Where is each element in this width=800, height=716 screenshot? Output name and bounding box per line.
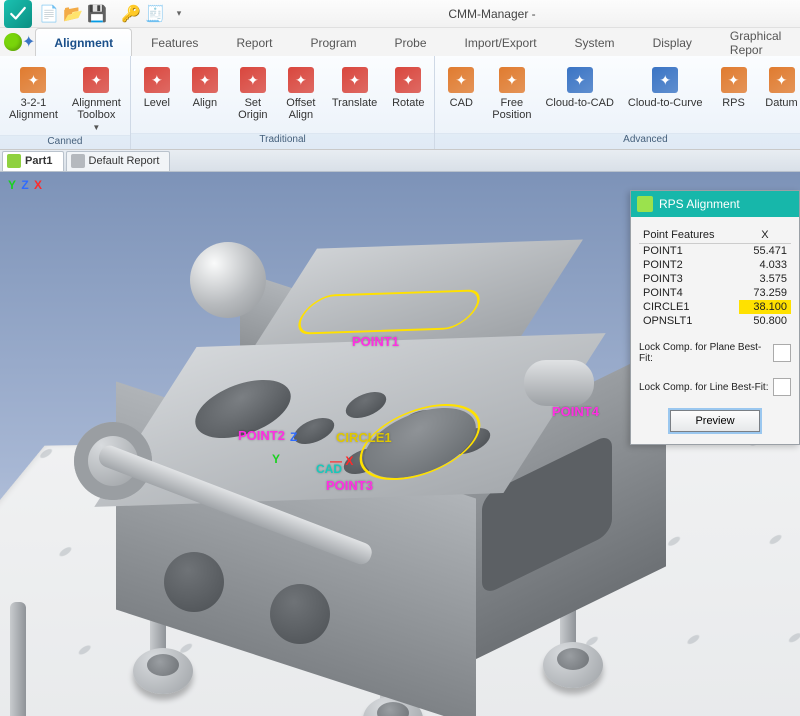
rotate-button[interactable]: ✦Rotate <box>384 60 432 112</box>
lock-line-label: Lock Comp. for Line Best-Fit: <box>639 382 769 393</box>
axis-x-icon: X <box>34 178 42 192</box>
table-row[interactable]: POINT24.033 <box>639 258 791 272</box>
axis-y-icon: Y <box>8 178 16 192</box>
offset-align-button[interactable]: ✦Offset Align <box>277 60 325 124</box>
lock-plane-label: Lock Comp. for Plane Best-Fit: <box>639 342 773 364</box>
ribbon-tab-alignment[interactable]: Alignment <box>35 28 132 56</box>
rps-button[interactable]: ✦RPS <box>710 60 758 112</box>
lock-plane-button[interactable] <box>773 344 791 362</box>
ribbon: ✦3-2-1 Alignment✦Alignment Toolbox▼ Cann… <box>0 56 800 150</box>
run-program-icon[interactable] <box>4 28 22 56</box>
new-doc-icon[interactable]: 📄 <box>40 5 58 23</box>
title-bar: 📄 📂 💾 🔑 🧾 ▾ CMM-Manager - <box>0 0 800 28</box>
table-row[interactable]: POINT473.259 <box>639 286 791 300</box>
ribbon-group-canned: ✦3-2-1 Alignment✦Alignment Toolbox▼ Cann… <box>0 56 131 149</box>
quick-access-toolbar: 📄 📂 💾 🔑 🧾 ▾ <box>40 5 188 23</box>
group-title-advanced: Advanced <box>435 133 800 149</box>
translate-button[interactable]: ✦Translate <box>325 60 384 112</box>
align-button[interactable]: ✦Align <box>181 60 229 112</box>
document-tabstrip: Part1Default Report <box>0 150 800 172</box>
col-header-x[interactable]: X <box>739 227 791 244</box>
view-triad: Y Z X <box>8 178 44 192</box>
key-icon[interactable]: 🔑 <box>122 5 140 23</box>
cloud-to-curve-button[interactable]: ✦Cloud-to-Curve <box>621 60 710 112</box>
cad-button[interactable]: ✦CAD <box>437 60 485 112</box>
alignment-icon[interactable]: ✦ <box>22 28 35 56</box>
group-title-traditional: Traditional <box>131 133 434 149</box>
feature-label-cad: CAD <box>316 462 342 476</box>
qat-dropdown-icon[interactable]: ▾ <box>170 5 188 23</box>
cloud-to-cad-button[interactable]: ✦Cloud-to-CAD <box>538 60 620 112</box>
lock-line-button[interactable] <box>773 378 791 396</box>
ribbon-tabstrip: ✦ AlignmentFeaturesReportProgramProbeImp… <box>0 28 800 56</box>
document-tab-part1[interactable]: Part1 <box>2 151 64 171</box>
tooling-ball <box>190 242 266 318</box>
set-origin-button[interactable]: ✦Set Origin <box>229 60 277 124</box>
table-row[interactable]: POINT155.471 <box>639 244 791 259</box>
cad-model <box>60 232 600 652</box>
table-row[interactable]: CIRCLE138.100 <box>639 300 791 314</box>
feature-label-point1: POINT1 <box>352 334 399 349</box>
table-row[interactable]: OPNSLT150.800 <box>639 314 791 328</box>
feature-label-point2: POINT2 <box>238 428 285 443</box>
free-position-button[interactable]: ✦Free Position <box>485 60 538 124</box>
preview-button[interactable]: Preview <box>670 410 760 432</box>
group-title-canned: Canned <box>0 135 130 149</box>
ribbon-group-traditional: ✦Level✦Align✦Set Origin✦Offset Align✦Tra… <box>131 56 435 149</box>
ribbon-tab-program[interactable]: Program <box>291 28 375 56</box>
alignment-321-button[interactable]: ✦3-2-1 Alignment <box>2 60 65 124</box>
level-button[interactable]: ✦Level <box>133 60 181 112</box>
origin-y-icon: Y <box>272 452 280 466</box>
ribbon-tab-report[interactable]: Report <box>217 28 291 56</box>
ribbon-tab-system[interactable]: System <box>556 28 634 56</box>
app-title: CMM-Manager - <box>188 7 796 21</box>
ribbon-tab-graphical-repor[interactable]: Graphical Repor <box>711 28 800 56</box>
app-logo[interactable] <box>4 0 32 28</box>
table-row[interactable]: POINT33.575 <box>639 272 791 286</box>
origin-z-icon: Z <box>290 430 297 444</box>
ribbon-tab-import-export[interactable]: Import/Export <box>446 28 556 56</box>
document-tab-default-report[interactable]: Default Report <box>66 151 171 171</box>
ribbon-group-advanced: ✦CAD✦Free Position✦Cloud-to-CAD✦Cloud-to… <box>435 56 800 149</box>
open-folder-icon[interactable]: 📂 <box>64 5 82 23</box>
probe-stylus <box>0 602 60 712</box>
viewport-3d[interactable]: Y Z X — X Z Y POINT1 POINT2 POINT3 POINT <box>0 172 800 716</box>
axis-z-icon: Z <box>21 178 28 192</box>
datum-button[interactable]: ✦Datum <box>758 60 800 112</box>
feature-label-point4: POINT4 <box>552 404 599 419</box>
dialog-title-text: RPS Alignment <box>659 197 740 211</box>
report-icon[interactable]: 🧾 <box>146 5 164 23</box>
ribbon-tab-display[interactable]: Display <box>634 28 711 56</box>
feature-label-circle1: CIRCLE1 <box>336 430 392 445</box>
ribbon-tab-features[interactable]: Features <box>132 28 217 56</box>
save-icon[interactable]: 💾 <box>88 5 106 23</box>
feature-label-point3: POINT3 <box>326 478 373 493</box>
dialog-icon <box>637 196 653 212</box>
rps-alignment-dialog[interactable]: RPS Alignment Point Features X POINT155.… <box>630 190 800 445</box>
dialog-titlebar[interactable]: RPS Alignment <box>631 191 799 217</box>
col-header-feature[interactable]: Point Features <box>639 227 739 244</box>
ribbon-tab-probe[interactable]: Probe <box>375 28 445 56</box>
features-table[interactable]: Point Features X POINT155.471POINT24.033… <box>639 227 791 328</box>
alignment-toolbox-button[interactable]: ✦Alignment Toolbox▼ <box>65 60 128 135</box>
